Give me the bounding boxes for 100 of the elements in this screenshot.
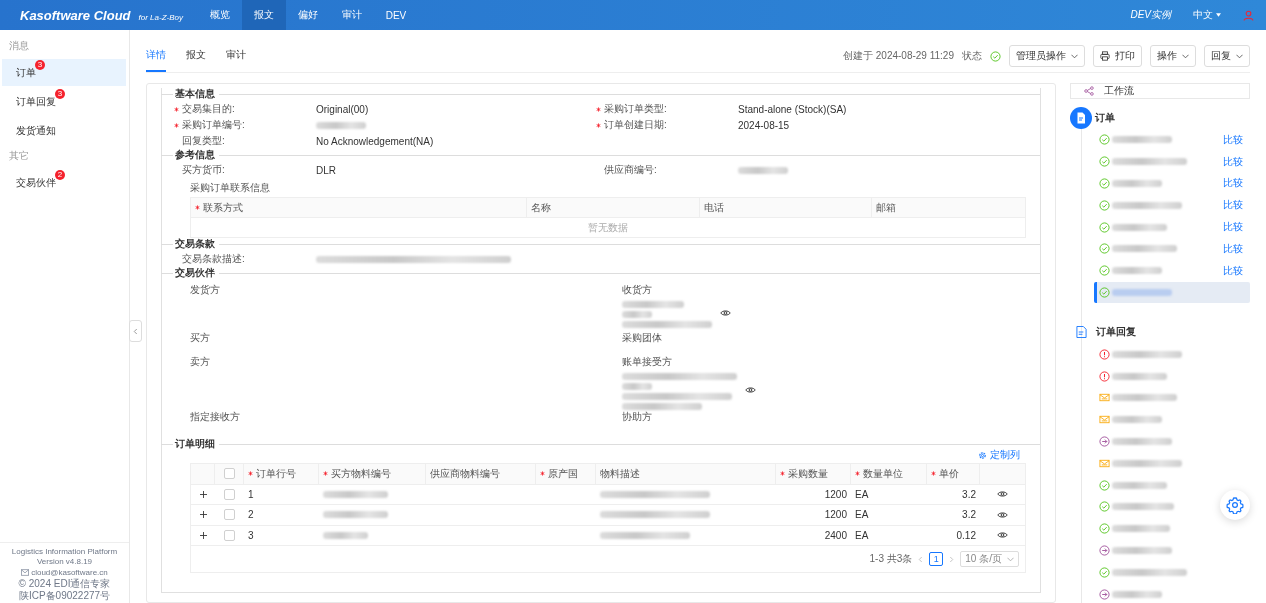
nav-tab[interactable]: DEV [374, 0, 418, 30]
next-page-icon[interactable] [949, 555, 955, 563]
tab[interactable]: 审计 [226, 40, 246, 72]
field-label: 交易集目的: [182, 102, 235, 116]
workflow-item[interactable]: 比较 [1094, 172, 1250, 195]
sidebar-item[interactable]: 订单 3 [2, 59, 126, 86]
eye-icon[interactable] [997, 510, 1008, 519]
workflow-item[interactable]: 比较 [1094, 238, 1250, 260]
column-header: 原产国 [548, 466, 578, 481]
field-label: 采购订单编号: [182, 118, 245, 132]
field-label: 供应商编号: [604, 163, 657, 177]
table-cell: 1200 [824, 488, 847, 500]
gear-icon [978, 450, 987, 460]
caret-icon [1216, 13, 1221, 17]
expand-button[interactable] [199, 490, 207, 498]
settings-button[interactable] [1220, 490, 1250, 520]
checkbox[interactable] [224, 509, 235, 521]
print-button[interactable]: 打印 [1093, 45, 1142, 67]
dropdown-button[interactable]: 回复 [1204, 45, 1250, 67]
party-label: 账单接受方 [622, 355, 673, 369]
workflow-item[interactable] [1094, 281, 1250, 304]
expand-button[interactable] [199, 511, 207, 519]
user-icon[interactable] [1243, 9, 1254, 21]
nav-tab[interactable]: 偏好 [286, 0, 330, 30]
count-badge: 3 [55, 88, 65, 99]
party-label: 指定接收方 [190, 410, 241, 424]
expand-button[interactable] [199, 531, 207, 539]
field-label: 回复类型: [182, 134, 225, 148]
party-label: 采购团体 [622, 331, 663, 345]
column-header: 电话 [704, 200, 724, 215]
workflow-item[interactable]: 比较 [1094, 259, 1250, 282]
sidebar-item[interactable]: 订单回复 3 [2, 88, 126, 115]
table-cell: 0.12 [956, 529, 976, 541]
eye-icon[interactable] [997, 490, 1008, 499]
eye-icon[interactable] [745, 385, 756, 394]
table-cell: EA [855, 509, 869, 521]
brand-subtitle: for La-Z-Boy [138, 13, 183, 22]
count-badge: 2 [55, 169, 65, 180]
chevron-down-icon [1007, 556, 1014, 562]
workflow-button[interactable]: 工作流 [1070, 83, 1250, 99]
tab[interactable]: 报文 [186, 40, 206, 72]
section-title: 基本信息 [175, 88, 215, 101]
workflow-group-title: 订单回复 [1096, 325, 1136, 340]
workflow-group-title: 订单 [1095, 111, 1115, 125]
compare-link[interactable]: 比较 [1223, 263, 1243, 278]
page-size-select[interactable]: 10 条/页 [960, 551, 1019, 567]
eye-icon[interactable] [720, 308, 731, 317]
party-label: 卖方 [190, 355, 211, 369]
compare-link[interactable]: 比较 [1223, 220, 1243, 235]
workflow-item[interactable]: 比较 [1094, 194, 1250, 217]
nav-tab[interactable]: 审计 [330, 0, 374, 30]
collapse-handle[interactable] [129, 320, 142, 342]
sidebar-item[interactable]: 发货通知 [2, 117, 126, 144]
language-menu[interactable]: 中文 [1193, 8, 1221, 22]
tab[interactable]: 详情 [146, 40, 166, 72]
compare-link[interactable]: 比较 [1223, 198, 1243, 213]
gear-icon [1226, 496, 1244, 514]
compare-link[interactable]: 比较 [1223, 132, 1243, 147]
table-cell: EA [855, 488, 869, 500]
workflow-item[interactable]: 比较 [1094, 150, 1250, 173]
nav-tab[interactable]: 概览 [198, 0, 242, 30]
field-label: 买方货币: [182, 163, 225, 177]
field-value: Original(00) [316, 103, 369, 115]
previous-page-icon[interactable] [918, 555, 924, 563]
sidebar-item[interactable]: 交易伙伴 2 [2, 169, 126, 196]
field-label: 采购订单类型: [604, 102, 667, 116]
customize-columns-link[interactable]: 定制列 [978, 448, 1020, 462]
compare-link[interactable]: 比较 [1223, 154, 1243, 169]
chevron-down-icon [1182, 53, 1189, 59]
status-label: 状态 [962, 49, 982, 63]
section-title: 交易伙伴 [175, 267, 215, 280]
table-cell: 3.2 [962, 509, 976, 521]
empty-text: 暂无数据 [588, 220, 628, 235]
workflow-item[interactable]: 比较 [1094, 129, 1250, 151]
column-header: 单价 [939, 466, 959, 481]
table-cell: 1 [248, 488, 254, 500]
compare-link[interactable]: 比较 [1223, 241, 1243, 256]
column-header: 物料描述 [600, 466, 640, 481]
field-label: 订单创建日期: [604, 118, 667, 132]
compare-link[interactable]: 比较 [1223, 176, 1243, 191]
section-title: 交易条款 [175, 238, 215, 251]
checkbox[interactable] [224, 529, 235, 541]
dropdown-button[interactable]: 操作 [1150, 45, 1196, 67]
table-cell: 3 [248, 529, 254, 541]
section-title: 订单明细 [175, 438, 215, 451]
workflow-item[interactable]: 比较 [1094, 216, 1250, 238]
checkbox[interactable] [223, 468, 235, 480]
page-button[interactable]: 1 [929, 552, 944, 566]
field-value: DLR [316, 164, 336, 176]
nav-tab[interactable]: 报文 [242, 0, 286, 30]
sidebar-section-title: 其它 [8, 149, 30, 163]
pagination-summary: 1-3 共3条 [869, 552, 913, 566]
eye-icon[interactable] [997, 531, 1008, 540]
column-header: 订单行号 [256, 466, 296, 481]
chevron-down-icon [1236, 53, 1243, 59]
checkbox[interactable] [224, 488, 235, 500]
printer-icon [1100, 51, 1110, 61]
table-cell: 2400 [824, 529, 847, 541]
dropdown-button[interactable]: 管理员操作 [1009, 45, 1085, 67]
footer-text: 陕ICP备09022277号 [17, 589, 112, 601]
